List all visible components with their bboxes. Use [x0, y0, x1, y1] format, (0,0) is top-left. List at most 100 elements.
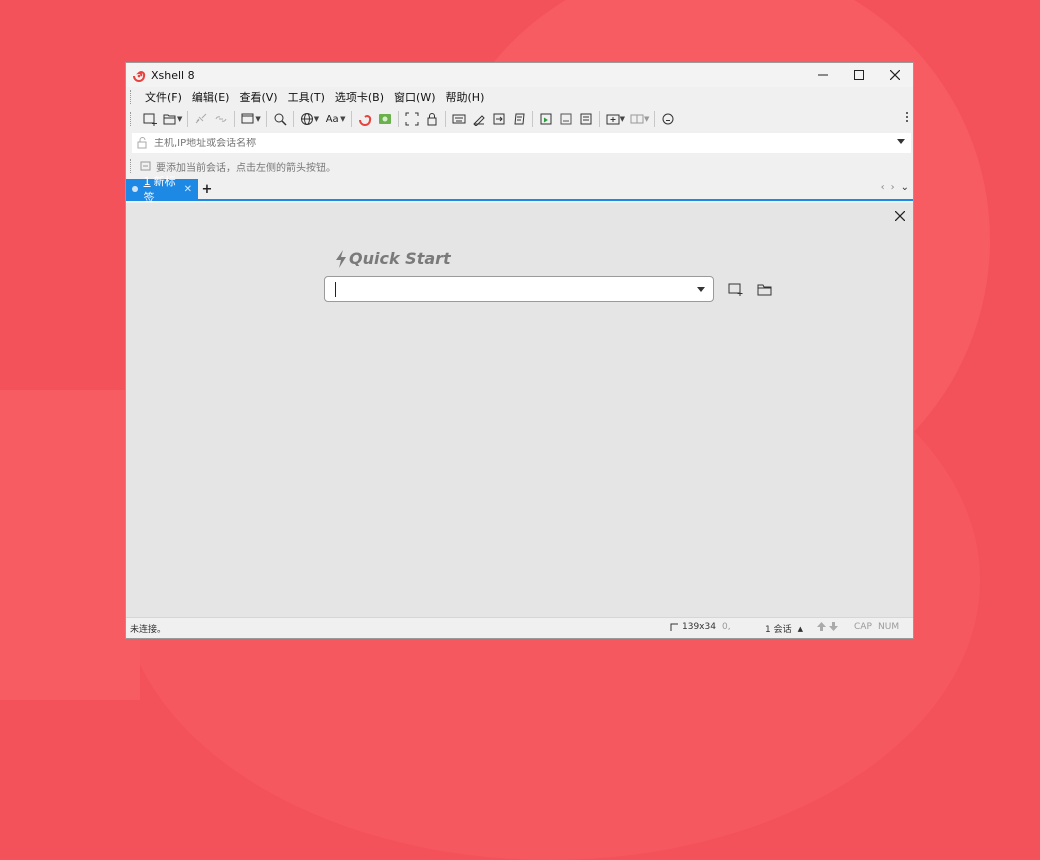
toolbar: ▼ ▼ ▼ Aa ▼ ▼ ▼: [126, 107, 913, 131]
log-button[interactable]: [509, 109, 529, 129]
toolbar-separator: [350, 111, 352, 127]
layout-dropdown[interactable]: ▼: [644, 115, 649, 123]
open-dropdown[interactable]: ▼: [177, 115, 182, 123]
quick-start-label: Quick Start: [349, 249, 451, 268]
background-shape: [0, 390, 140, 700]
menu-tabs[interactable]: 选项卡(B): [330, 89, 389, 105]
close-quick-start-button[interactable]: [894, 210, 906, 224]
new-session-button[interactable]: [140, 109, 160, 129]
log-icon: [514, 113, 525, 125]
chevron-down-icon[interactable]: [697, 287, 705, 292]
compose-icon: [540, 113, 552, 125]
quick-start-combobox[interactable]: [324, 276, 714, 302]
toolbar-separator: [654, 111, 656, 127]
xftp-button[interactable]: [375, 109, 395, 129]
tab-prev-icon[interactable]: ‹: [881, 182, 885, 193]
new-window-icon: [241, 113, 254, 124]
scroll-arrows[interactable]: [817, 622, 838, 631]
transfer-button[interactable]: [489, 109, 509, 129]
toolbar-separator: [187, 111, 189, 127]
xftp-icon: [378, 114, 391, 124]
toolbar-separator: [531, 111, 533, 127]
font-dropdown[interactable]: ▼: [340, 115, 345, 123]
menu-help[interactable]: 帮助(H): [441, 89, 490, 105]
fullscreen-button[interactable]: [402, 109, 422, 129]
layout-icon: [630, 114, 644, 124]
tab-label: 1 新标签: [144, 173, 184, 205]
menu-view[interactable]: 查看(V): [234, 89, 282, 105]
toolbar-more-button[interactable]: [905, 111, 909, 126]
compose-bar-icon: [560, 113, 572, 125]
chevron-down-icon[interactable]: [897, 139, 905, 145]
find-button[interactable]: [270, 109, 290, 129]
close-button[interactable]: [877, 63, 913, 87]
address-bar: [132, 133, 911, 153]
hint-bar: 要添加当前会话，点击左侧的箭头按钮。: [126, 153, 913, 179]
menu-window[interactable]: 窗口(W): [389, 89, 440, 105]
xshell-logo-icon: [133, 71, 146, 82]
main-content: Quick Start: [126, 203, 913, 619]
new-session-icon: [728, 283, 743, 296]
num-lock-indicator: NUM: [878, 622, 900, 632]
tab-navigation: ‹ › ⌄: [881, 182, 909, 193]
chat-button[interactable]: [658, 109, 678, 129]
session-add-icon[interactable]: [140, 160, 152, 172]
transfer-icon: [493, 113, 505, 125]
quick-start-title: Quick Start: [335, 249, 451, 268]
add-tab-dropdown[interactable]: ▼: [620, 115, 625, 123]
quick-start-new-session-button[interactable]: [727, 282, 745, 298]
tab-new[interactable]: 1 新标签 ✕: [126, 175, 198, 204]
terminal-size: 139x34: [670, 622, 716, 632]
add-tab-icon: [606, 114, 620, 125]
new-tab-button[interactable]: +: [198, 179, 216, 199]
lock-button[interactable]: [422, 109, 442, 129]
hint-text: 要添加当前会话，点击左侧的箭头按钮。: [156, 162, 336, 174]
toolbar-separator: [598, 111, 600, 127]
compose-bar-button[interactable]: [556, 109, 576, 129]
chevron-up-icon: ▲: [797, 624, 803, 633]
tab-bar: 1 新标签 ✕ + ‹ › ⌄: [126, 175, 913, 204]
reconnect-button[interactable]: [211, 109, 231, 129]
tab-next-icon[interactable]: ›: [891, 182, 895, 193]
arrow-down-icon: [829, 622, 838, 631]
encoding-dropdown[interactable]: ▼: [314, 115, 319, 123]
toolbar-grip: [130, 112, 134, 126]
menu-tools[interactable]: 工具(T): [283, 89, 330, 105]
session-count[interactable]: 1 会话 ▲: [765, 622, 803, 636]
maximize-icon: [854, 70, 864, 80]
fullscreen-icon: [405, 112, 419, 126]
minimize-icon: [818, 74, 828, 76]
xshell-button[interactable]: [355, 109, 375, 129]
arrow-up-icon: [817, 622, 826, 631]
keyboard-button[interactable]: [449, 109, 469, 129]
chat-icon: [662, 113, 674, 125]
tab-list-icon[interactable]: ⌄: [901, 182, 909, 193]
menu-file[interactable]: 文件(F): [140, 89, 187, 105]
script-button[interactable]: [469, 109, 489, 129]
title-bar[interactable]: Xshell 8: [126, 63, 913, 87]
menu-edit[interactable]: 编辑(E): [187, 89, 235, 105]
tab-close-icon[interactable]: ✕: [184, 184, 192, 195]
terminal-size-text: 139x34: [682, 622, 716, 632]
menu-bar: 文件(F) 编辑(E) 查看(V) 工具(T) 选项卡(B) 窗口(W) 帮助(…: [126, 87, 913, 107]
quick-start-open-button[interactable]: [756, 282, 774, 298]
quick-start-input[interactable]: [333, 281, 677, 299]
lock-open-icon: [137, 137, 147, 149]
toolbar-separator: [265, 111, 267, 127]
disconnect-icon: [196, 113, 207, 124]
status-bar: 未连接。 139x34 0, 1 会话 ▲ CAP NUM: [126, 617, 913, 638]
disconnect-button[interactable]: [191, 109, 211, 129]
resize-icon: [670, 623, 678, 631]
maximize-button[interactable]: [841, 63, 877, 87]
new-window-dropdown[interactable]: ▼: [255, 115, 260, 123]
lightning-icon: [336, 249, 346, 268]
notes-button[interactable]: [576, 109, 596, 129]
cursor-position: 0,: [722, 622, 731, 632]
xshell-window: Xshell 8 文件(F) 编辑(E) 查看(V) 工具(T) 选项卡(B) …: [125, 62, 914, 639]
plus-icon: +: [201, 181, 213, 197]
new-session-icon: [143, 113, 157, 126]
address-input[interactable]: [154, 137, 754, 149]
hint-grip: [130, 159, 134, 173]
minimize-button[interactable]: [805, 63, 841, 87]
compose-button[interactable]: [536, 109, 556, 129]
